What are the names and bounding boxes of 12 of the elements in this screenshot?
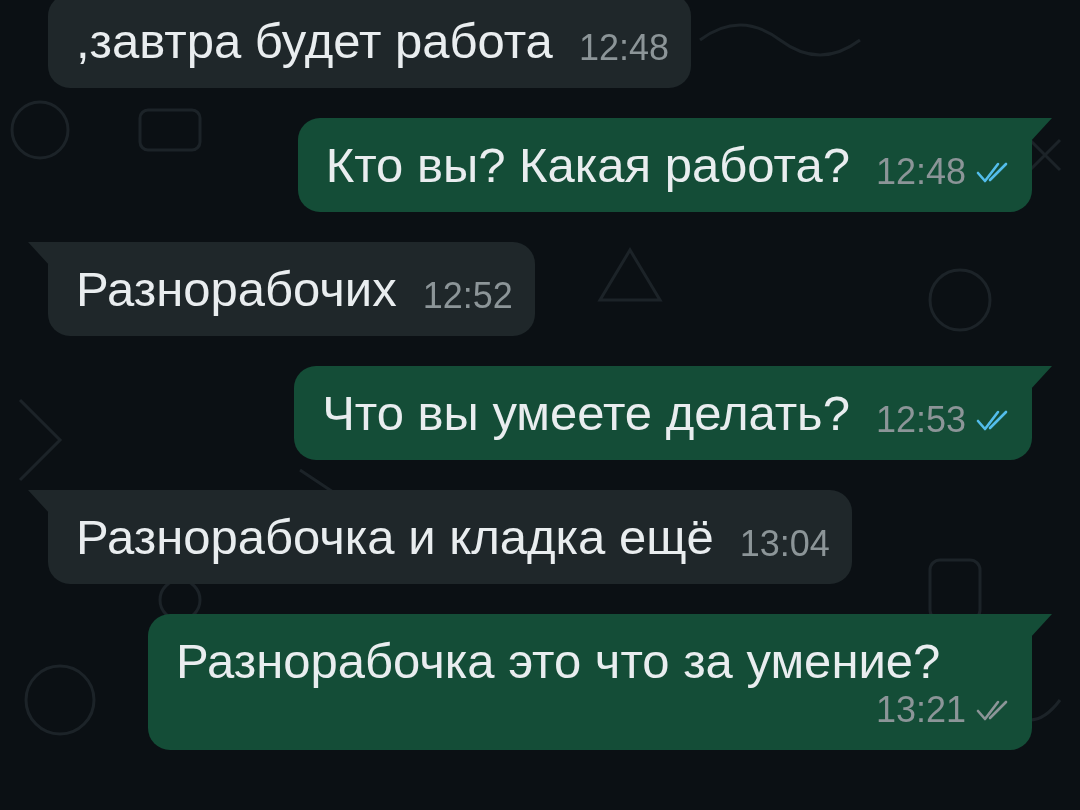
message-time: 13:04 (739, 524, 830, 564)
message-text: Разнорабочка это что за умение? (176, 633, 942, 690)
message-time: 12:48 (578, 28, 669, 68)
message-time: 12:53 (875, 400, 966, 440)
message-text: Что вы умеете делать? (322, 385, 850, 442)
message-text: ,завтра будет работа (76, 13, 553, 70)
message-text: Разнорабочих (76, 261, 397, 318)
message-text: Разнорабочка и кладка ещё (76, 509, 714, 566)
message-time: 12:52 (422, 276, 513, 316)
message-time: 13:21 (875, 690, 966, 730)
message-time: 12:48 (875, 152, 966, 192)
message-text: Кто вы? Какая работа? (325, 137, 850, 194)
